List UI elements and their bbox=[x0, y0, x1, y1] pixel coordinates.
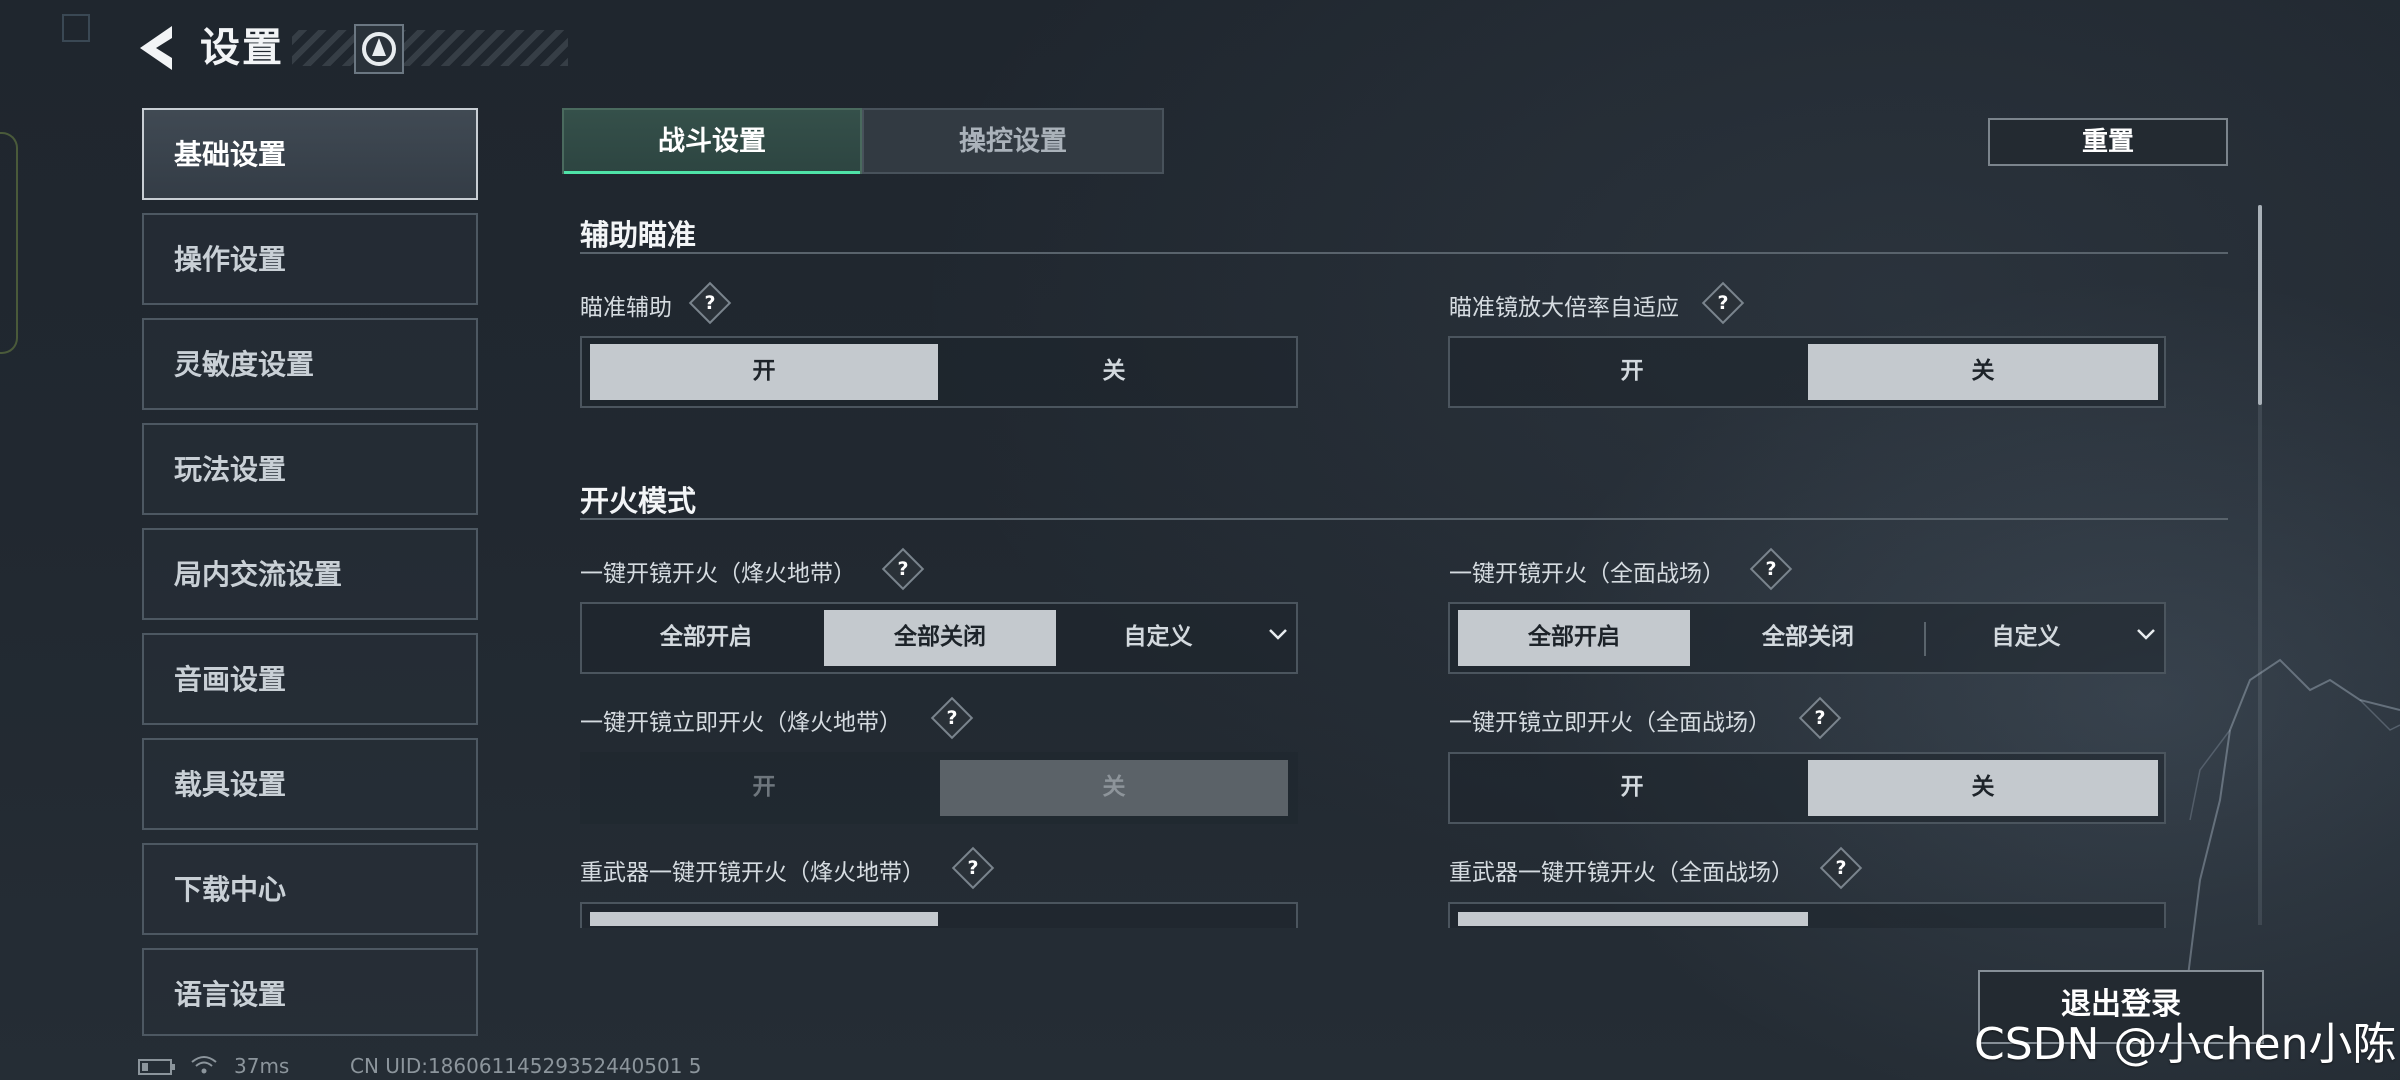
left-edge-handle[interactable] bbox=[0, 132, 18, 354]
section-divider bbox=[580, 518, 2228, 520]
reset-button[interactable]: 重置 bbox=[1988, 118, 2228, 166]
scope-fire-left-selector[interactable]: 全部开启 全部关闭 自定义 bbox=[580, 602, 1298, 674]
instant-fire-left-off: 关 bbox=[940, 760, 1288, 816]
sidebar-item-gameplay[interactable]: 玩法设置 bbox=[142, 423, 478, 515]
wifi-icon bbox=[191, 1056, 217, 1074]
sidebar-item-vehicle[interactable]: 载具设置 bbox=[142, 738, 478, 830]
sidebar-item-basic[interactable]: 基础设置 bbox=[142, 108, 478, 200]
sidebar-item-communication[interactable]: 局内交流设置 bbox=[142, 528, 478, 620]
title-hatch-decoration bbox=[292, 30, 568, 66]
section-divider bbox=[580, 252, 2228, 254]
scope-adapt-toggle[interactable]: 开 关 bbox=[1448, 336, 2166, 408]
help-icon[interactable]: ? bbox=[951, 846, 995, 890]
help-icon[interactable]: ? bbox=[1798, 696, 1842, 740]
sidebar-item-download[interactable]: 下载中心 bbox=[142, 843, 478, 935]
heavy-right-selected-option[interactable] bbox=[1458, 912, 1808, 926]
uid-text: CN UID:18606114529352440501 5 bbox=[350, 1054, 702, 1078]
scope-adapt-on[interactable]: 开 bbox=[1458, 344, 1806, 400]
chevron-down-icon[interactable] bbox=[2136, 624, 2156, 644]
scope-fire-left-label: 一键开镜开火（烽火地带） bbox=[580, 561, 856, 587]
help-icon[interactable]: ? bbox=[1819, 846, 1863, 890]
aim-assist-on[interactable]: 开 bbox=[590, 344, 938, 400]
aim-assist-off[interactable]: 关 bbox=[940, 344, 1288, 400]
instant-fire-left-on: 开 bbox=[752, 774, 776, 800]
watermark-text: CSDN @小chen小陈 bbox=[1974, 1019, 2397, 1070]
heavy-left-selected-option[interactable] bbox=[590, 912, 938, 926]
tab-combat-settings[interactable]: 战斗设置 bbox=[562, 108, 862, 174]
scope-fire-right-all-on[interactable]: 全部开启 bbox=[1458, 610, 1690, 666]
section-title-aim: 辅助瞄准 bbox=[580, 218, 697, 252]
scope-fire-right-label: 一键开镜开火（全面战场） bbox=[1449, 561, 1725, 587]
instant-fire-right-toggle[interactable]: 开 关 bbox=[1448, 752, 2166, 824]
heavy-right-toggle-partial[interactable] bbox=[1448, 902, 2166, 928]
heavy-right-label: 重武器一键开镜开火（全面战场） bbox=[1449, 860, 1794, 886]
heavy-left-label: 重武器一键开镜开火（烽火地带） bbox=[580, 860, 925, 886]
scope-fire-left-all-on[interactable]: 全部开启 bbox=[590, 610, 822, 666]
scope-fire-right-all-off[interactable]: 全部关闭 bbox=[1692, 610, 1924, 666]
help-icon[interactable]: ? bbox=[930, 696, 974, 740]
instant-fire-right-on[interactable]: 开 bbox=[1458, 760, 1806, 816]
profile-badge-icon[interactable] bbox=[354, 24, 404, 74]
scope-fire-left-all-off[interactable]: 全部关闭 bbox=[824, 610, 1056, 666]
sidebar-item-audio-video[interactable]: 音画设置 bbox=[142, 633, 478, 725]
aim-assist-toggle[interactable]: 开 关 bbox=[580, 336, 1298, 408]
aim-assist-label: 瞄准辅助 bbox=[580, 295, 672, 321]
sidebar-item-operation[interactable]: 操作设置 bbox=[142, 213, 478, 305]
section-title-fire: 开火模式 bbox=[580, 484, 697, 518]
ping-text: 37ms bbox=[234, 1054, 290, 1078]
corner-frame-icon bbox=[62, 14, 90, 42]
scope-fire-right-selector[interactable]: 全部开启 全部关闭 自定义 bbox=[1448, 602, 2166, 674]
instant-fire-left-label: 一键开镜立即开火（烽火地带） bbox=[580, 710, 902, 736]
help-icon[interactable]: ? bbox=[1701, 281, 1745, 325]
heavy-left-toggle-partial[interactable] bbox=[580, 902, 1298, 928]
instant-fire-right-off[interactable]: 关 bbox=[1808, 760, 2158, 816]
battery-icon bbox=[138, 1059, 175, 1075]
sidebar-item-sensitivity[interactable]: 灵敏度设置 bbox=[142, 318, 478, 410]
scope-fire-left-custom[interactable]: 自定义 bbox=[1058, 610, 1258, 666]
scrollbar-thumb[interactable] bbox=[2258, 205, 2262, 405]
help-icon[interactable]: ? bbox=[1749, 547, 1793, 591]
help-icon[interactable]: ? bbox=[688, 281, 732, 325]
back-arrow-icon[interactable] bbox=[132, 20, 182, 76]
sidebar-item-language[interactable]: 语言设置 bbox=[142, 948, 478, 1036]
instant-fire-left-toggle: 开 关 bbox=[580, 752, 1298, 824]
chevron-down-icon[interactable] bbox=[1268, 624, 1288, 644]
page-title: 设置 bbox=[200, 25, 284, 71]
tab-control-settings[interactable]: 操控设置 bbox=[862, 108, 1164, 174]
scope-adapt-off[interactable]: 关 bbox=[1808, 344, 2158, 400]
scope-fire-right-custom[interactable]: 自定义 bbox=[1926, 610, 2126, 666]
help-icon[interactable]: ? bbox=[881, 547, 925, 591]
scope-adapt-label: 瞄准镜放大倍率自适应 bbox=[1449, 295, 1679, 321]
instant-fire-right-label: 一键开镜立即开火（全面战场） bbox=[1449, 710, 1771, 736]
